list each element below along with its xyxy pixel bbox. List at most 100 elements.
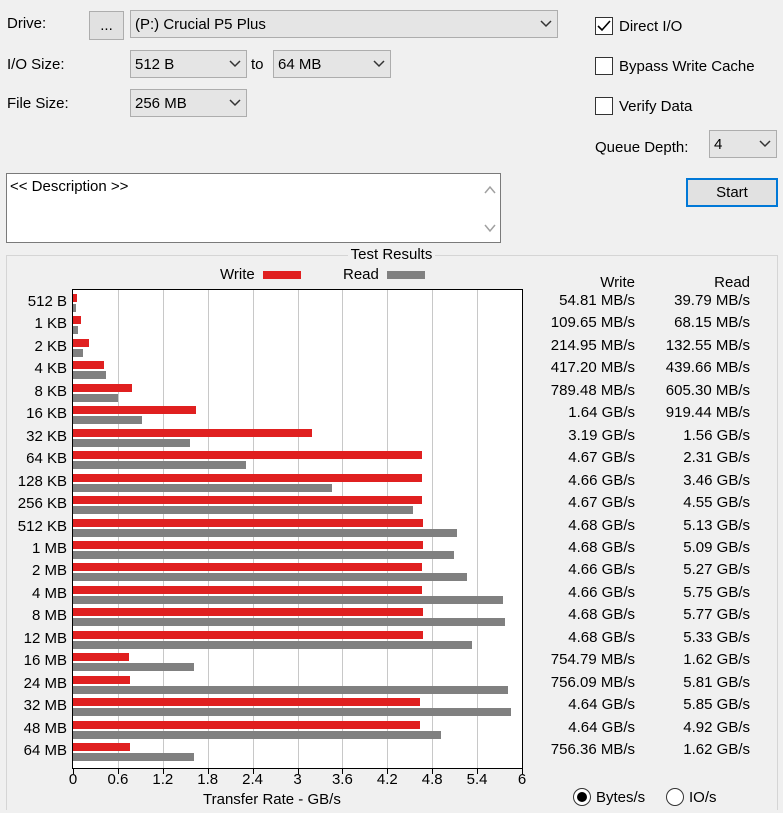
description-text: << Description >>: [10, 178, 129, 195]
write-bar: [73, 338, 90, 347]
io-per-sec-radio[interactable]: IO/s: [666, 788, 717, 806]
read-bar: [73, 371, 106, 380]
test-results-title: Test Results: [0, 246, 783, 263]
read-value: 5.09 GB/s: [683, 538, 750, 556]
browse-button[interactable]: ...: [89, 11, 124, 40]
queue-depth-label: Queue Depth:: [595, 139, 689, 156]
file-size-select[interactable]: 256 MB: [130, 89, 247, 117]
read-bar: [73, 663, 195, 672]
read-bar: [73, 573, 468, 582]
io-size-from-select[interactable]: 512 B: [130, 50, 247, 78]
start-button[interactable]: Start: [686, 178, 778, 207]
x-tick-label: 0.6: [107, 771, 129, 788]
x-tick-label: 6: [517, 771, 527, 788]
read-bar: [73, 326, 79, 335]
verify-data-checkbox[interactable]: Verify Data: [595, 97, 692, 115]
bypass-write-cache-checkbox[interactable]: Bypass Write Cache: [595, 57, 755, 75]
write-bar: [73, 630, 424, 639]
write-bar: [73, 608, 424, 617]
y-tick-label: 512 KB: [17, 517, 67, 535]
y-tick-label: 64 MB: [23, 742, 67, 759]
write-bar: [73, 720, 421, 729]
to-label: to: [251, 56, 264, 73]
io-size-label: I/O Size:: [7, 56, 65, 73]
y-tick-label: 64 KB: [26, 450, 67, 468]
io-size-to-value: 64 MB: [278, 55, 322, 73]
write-value: 1.64 GB/s: [568, 404, 635, 422]
read-bar: [73, 506, 414, 515]
write-value: 417.20 MB/s: [550, 359, 635, 377]
read-value: 5.33 GB/s: [683, 628, 750, 646]
read-value: 5.27 GB/s: [683, 561, 750, 579]
write-value: 4.68 GB/s: [568, 628, 635, 646]
y-tick-label: 256 KB: [17, 495, 67, 513]
chevron-down-icon: [224, 51, 246, 77]
read-bar: [73, 708, 511, 717]
read-value: 439.66 MB/s: [665, 359, 750, 377]
chevron-down-icon: [535, 11, 557, 37]
read-bar: [73, 618, 505, 627]
gridline: [477, 290, 479, 768]
direct-io-checkbox[interactable]: Direct I/O: [595, 17, 682, 35]
x-tick-label: 4.8: [421, 771, 443, 788]
x-tick-label: 2.4: [242, 771, 264, 788]
write-bar: [73, 563, 422, 572]
write-bar: [73, 698, 421, 707]
write-bar: [73, 585, 422, 594]
write-bar: [73, 496, 423, 505]
x-tick-label: 0: [68, 771, 78, 788]
verify-data-label: Verify Data: [619, 97, 693, 115]
read-bar: [73, 416, 142, 425]
write-value: 754.79 MB/s: [550, 651, 635, 669]
drive-label: Drive:: [7, 15, 47, 32]
chevron-down-icon: [368, 51, 390, 77]
y-tick-label: 8 MB: [31, 607, 67, 625]
write-bar: [73, 406, 196, 415]
read-bar: [73, 550, 454, 559]
x-tick-label: 3: [293, 771, 302, 788]
read-value: 1.62 GB/s: [683, 741, 750, 758]
read-bar: [73, 685, 508, 694]
bypass-write-cache-label: Bypass Write Cache: [619, 57, 755, 75]
read-value: 39.79 MB/s: [674, 292, 750, 309]
read-column-header: Read: [714, 274, 750, 291]
chart-plot-area: [72, 289, 523, 769]
write-value: 54.81 MB/s: [559, 292, 635, 309]
read-value: 919.44 MB/s: [665, 404, 750, 422]
chevron-down-icon: [224, 90, 246, 116]
write-value: 789.48 MB/s: [550, 381, 635, 399]
read-value: 4.92 GB/s: [683, 718, 750, 736]
y-tick-label: 8 KB: [34, 382, 67, 400]
x-tick-label: 1.8: [197, 771, 219, 788]
write-value: 4.67 GB/s: [568, 494, 635, 512]
legend-read: Read: [343, 266, 425, 283]
write-bar: [73, 473, 422, 482]
description-scrollbar[interactable]: [480, 174, 500, 242]
read-bar: [73, 640, 472, 649]
read-bar: [73, 438, 190, 447]
write-value: 756.09 MB/s: [550, 673, 635, 691]
y-tick-label: 128 KB: [17, 472, 67, 490]
read-bar: [73, 304, 76, 312]
legend-write: Write: [220, 266, 301, 283]
read-bar: [73, 483, 332, 492]
read-value: 605.30 MB/s: [665, 381, 750, 399]
io-size-to-select[interactable]: 64 MB: [273, 50, 391, 78]
description-field[interactable]: << Description >>: [6, 173, 501, 243]
write-bar: [73, 361, 105, 370]
bytes-per-sec-radio[interactable]: Bytes/s: [573, 788, 645, 806]
write-value: 4.67 GB/s: [568, 449, 635, 467]
drive-select[interactable]: (P:) Crucial P5 Plus: [130, 10, 558, 38]
read-bar: [73, 461, 246, 470]
read-value: 5.81 GB/s: [683, 673, 750, 691]
queue-depth-select[interactable]: 4: [709, 130, 777, 158]
y-tick-label: 16 MB: [23, 652, 67, 670]
read-bar: [73, 348, 83, 357]
read-bar: [73, 730, 442, 739]
write-value: 4.64 GB/s: [568, 696, 635, 714]
write-value: 4.68 GB/s: [568, 516, 635, 534]
write-bar: [73, 428, 312, 437]
y-tick-label: 2 KB: [34, 337, 67, 355]
x-axis-label: Transfer Rate - GB/s: [203, 791, 341, 808]
read-value: 68.15 MB/s: [674, 314, 750, 332]
